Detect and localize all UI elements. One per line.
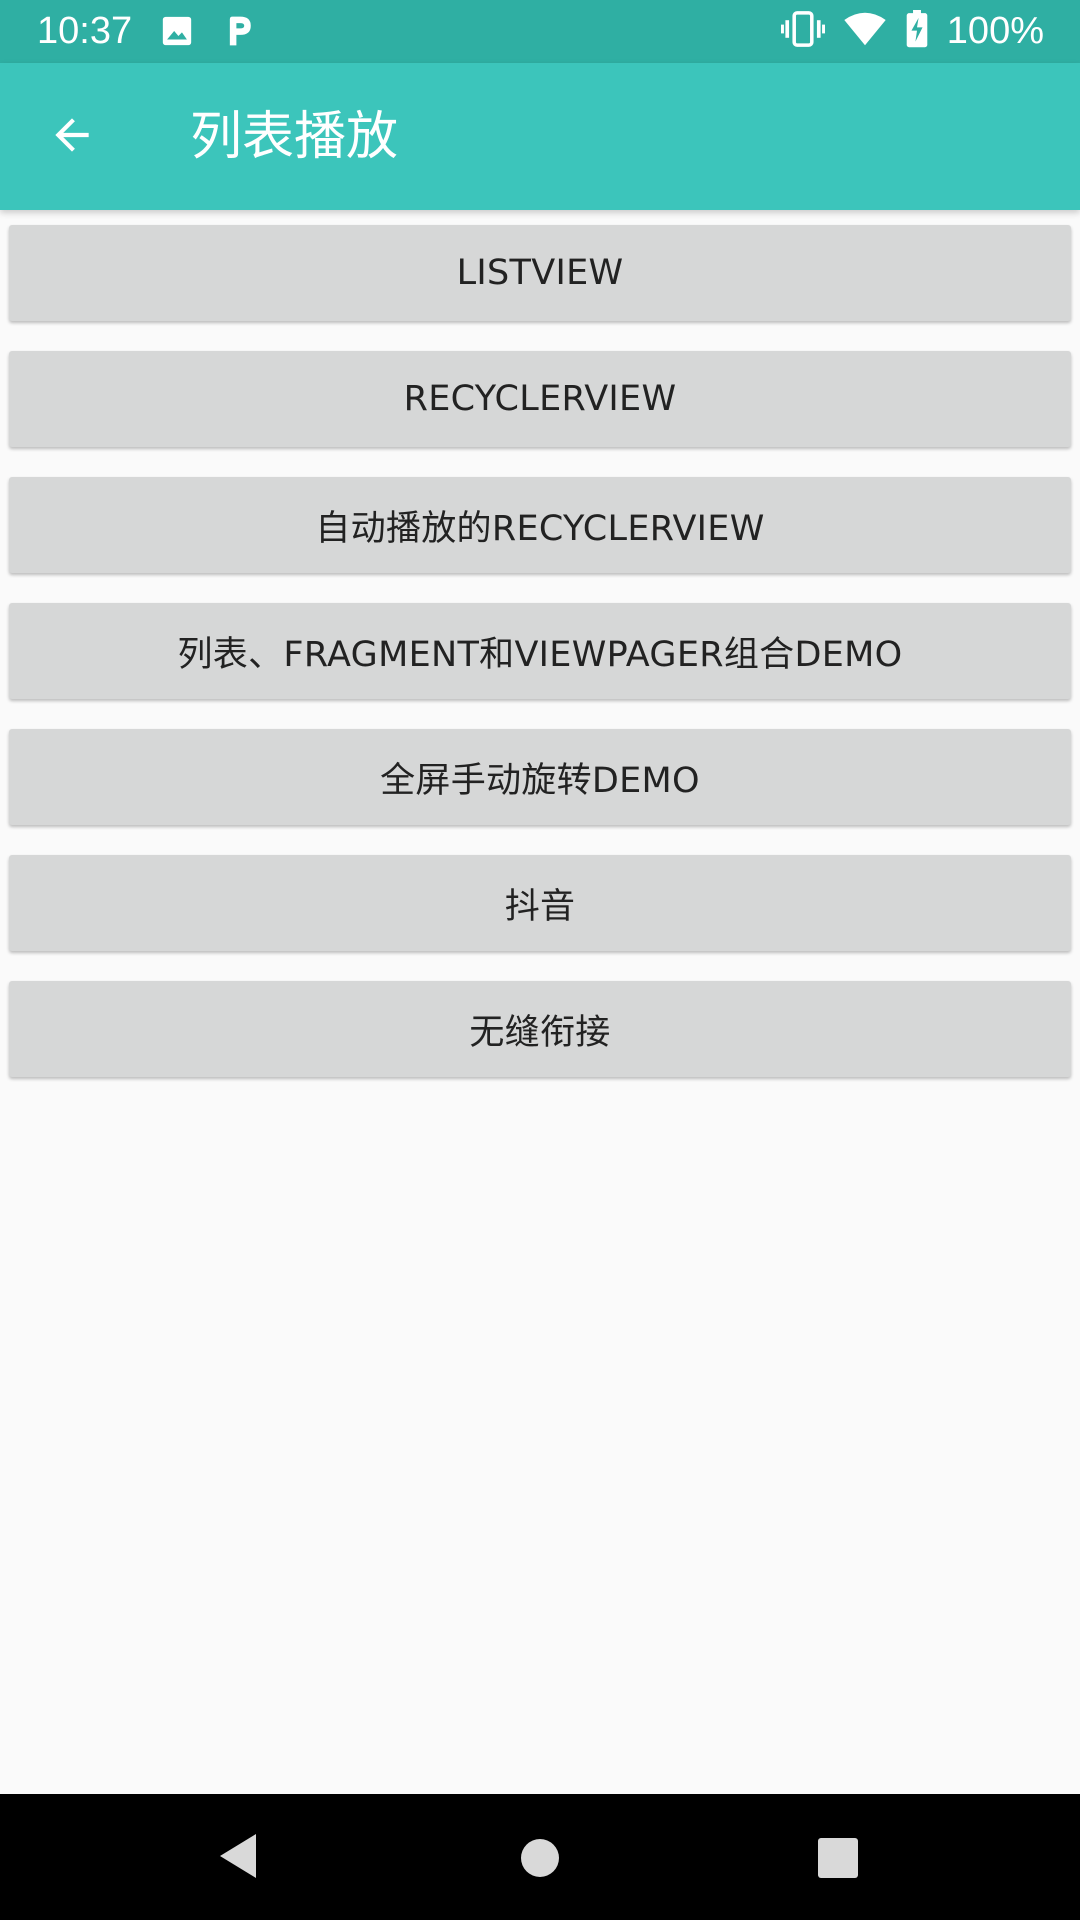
back-button[interactable] — [36, 101, 108, 173]
seamless-button[interactable]: 无缝衔接 — [9, 981, 1071, 1077]
vibrate-icon — [780, 11, 825, 51]
wifi-icon — [843, 11, 887, 51]
p-notification-icon — [224, 14, 254, 52]
navigation-bar — [0, 1794, 1080, 1920]
page-title: 列表播放 — [190, 107, 399, 167]
nav-recent-icon[interactable] — [818, 1838, 858, 1882]
recyclerview-button[interactable]: RECYCLERVIEW — [9, 351, 1071, 447]
status-notification-icons — [160, 14, 254, 52]
status-bar: 10:37 100% — [0, 0, 1080, 63]
listview-button[interactable]: LISTVIEW — [9, 225, 1071, 321]
nav-home-icon[interactable] — [520, 1838, 560, 1882]
nav-back-icon[interactable] — [216, 1830, 260, 1886]
autoplay-recyclerview-button[interactable]: 自动播放的RECYCLERVIEW — [9, 477, 1071, 573]
status-system-icons: 100% — [780, 8, 1044, 54]
arrow-left-icon — [47, 110, 97, 164]
image-icon — [160, 14, 194, 52]
battery-charging-icon — [905, 10, 929, 52]
status-time: 10:37 — [37, 10, 133, 52]
douyin-button[interactable]: 抖音 — [9, 855, 1071, 951]
fragment-viewpager-demo-button[interactable]: 列表、FRAGMENT和VIEWPAGER组合DEMO — [9, 603, 1071, 699]
app-bar: 列表播放 — [0, 63, 1080, 210]
fullscreen-rotate-demo-button[interactable]: 全屏手动旋转DEMO — [9, 729, 1071, 825]
battery-percent: 100% — [946, 10, 1044, 52]
